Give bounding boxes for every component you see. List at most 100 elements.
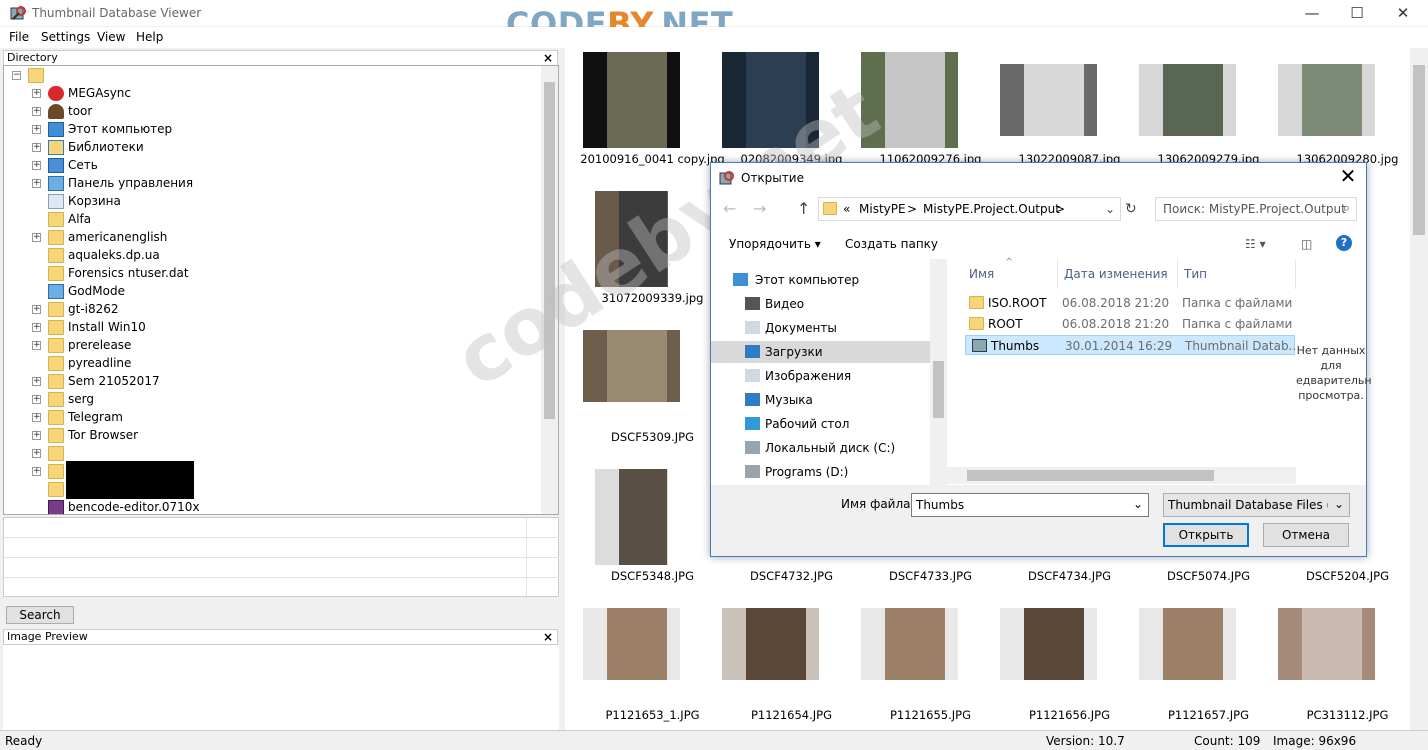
expand-icon[interactable]: + <box>32 377 41 386</box>
view-options-icon[interactable]: ☷ ▾ <box>1245 237 1266 251</box>
tree-item[interactable]: + Tor Browser <box>4 427 534 445</box>
organize-menu[interactable]: Упорядочить ▾ <box>729 237 821 251</box>
thumbnail-item[interactable]: P1121653_1.JPG <box>583 604 722 730</box>
thumbnail-item[interactable]: 20100916_0041 copy.jpg <box>580 48 725 187</box>
dialog-close-button[interactable]: ✕ <box>1336 165 1360 189</box>
tree-item[interactable]: + prerelease <box>4 337 534 355</box>
tree-item[interactable]: + toor <box>4 103 534 121</box>
column-date[interactable]: Дата изменения <box>1064 267 1168 281</box>
thumbnail-item[interactable]: DSCF5348.JPG <box>583 465 722 604</box>
image-preview-close-button[interactable]: × <box>543 630 553 644</box>
menu-settings[interactable]: Settings <box>41 30 90 44</box>
tree-item[interactable]: Alfa <box>4 211 534 229</box>
tree-item[interactable]: + Telegram <box>4 409 534 427</box>
expand-icon[interactable]: + <box>32 413 41 422</box>
path-overflow[interactable]: « <box>843 202 850 216</box>
tree-item[interactable]: pyreadline <box>4 355 534 373</box>
expand-icon[interactable]: + <box>32 179 41 188</box>
tree-item[interactable]: aqualeks.dp.ua <box>4 247 534 265</box>
expand-icon[interactable]: + <box>32 107 41 116</box>
thumbnail-scrollbar[interactable] <box>1410 48 1428 730</box>
tree-item[interactable]: + Библиотеки <box>4 139 534 157</box>
nav-item[interactable]: Этот компьютер <box>733 269 933 291</box>
column-type[interactable]: Тип <box>1184 267 1207 281</box>
filename-input[interactable]: Thumbs ⌄ <box>911 493 1149 517</box>
tree-item[interactable]: + Сеть <box>4 157 534 175</box>
tree-item[interactable]: + gt-i8262 <box>4 301 534 319</box>
expand-icon[interactable]: + <box>32 305 41 314</box>
path-segment[interactable]: MistyPE.Project.Output <box>923 202 1060 216</box>
scrollbar-thumb[interactable] <box>1413 65 1425 235</box>
forward-arrow-icon[interactable]: → <box>753 199 766 218</box>
minimize-button[interactable]: — <box>1289 0 1335 26</box>
menu-file[interactable]: File <box>9 30 29 44</box>
scrollbar-thumb[interactable] <box>933 361 944 418</box>
tree-item[interactable]: Корзина <box>4 193 534 211</box>
file-row[interactable]: ISO.ROOT 06.08.2018 21:20 Папка с файлами <box>963 293 1293 313</box>
thumbnail-item[interactable]: P1121656.JPG <box>1000 604 1139 730</box>
refresh-icon[interactable]: ↻ <box>1125 201 1137 217</box>
tree-item[interactable]: + MEGAsync <box>4 85 534 103</box>
navigation-pane[interactable]: Этот компьютер Видео Документы Загрузки Изоб… <box>711 259 947 485</box>
directory-tree[interactable]: − + MEGAsync + toor + Этот компьютер + Библиоте… <box>3 65 559 515</box>
close-button[interactable]: ✕ <box>1380 0 1426 26</box>
expand-icon[interactable]: + <box>32 467 41 476</box>
tree-item[interactable]: GodMode <box>4 283 534 301</box>
collapse-icon[interactable]: − <box>12 71 21 80</box>
directory-close-button[interactable]: × <box>543 51 553 65</box>
nav-item[interactable]: Programs (D:) <box>733 461 933 483</box>
thumbnail-item[interactable]: 31072009339.jpg <box>583 187 722 326</box>
address-bar[interactable]: « MistyPE > MistyPE.Project.Output > ⌄ <box>818 197 1121 221</box>
search-button[interactable]: Search <box>6 606 74 624</box>
expand-icon[interactable]: + <box>32 233 41 242</box>
file-row[interactable]: Thumbs 30.01.2014 16:29 Thumbnail Datab... <box>965 335 1295 355</box>
chevron-down-icon[interactable]: ⌄ <box>1133 497 1143 511</box>
nav-item[interactable]: Изображения <box>733 365 933 387</box>
expand-icon[interactable]: + <box>32 431 41 440</box>
preview-pane-icon[interactable]: ◫ <box>1301 237 1312 251</box>
thumbnail-item[interactable]: DSCF5309.JPG <box>583 326 722 465</box>
path-separator[interactable]: > <box>1055 202 1065 216</box>
expand-icon[interactable]: + <box>32 125 41 134</box>
up-arrow-icon[interactable]: ↑ <box>797 199 810 218</box>
tree-item[interactable]: + americanenglish <box>4 229 534 247</box>
tree-item[interactable]: + Этот компьютер <box>4 121 534 139</box>
tree-scrollbar[interactable] <box>541 66 558 514</box>
nav-item[interactable]: Рабочий стол <box>733 413 933 435</box>
expand-icon[interactable]: + <box>32 143 41 152</box>
expand-icon[interactable]: + <box>32 449 41 458</box>
thumbnail-item[interactable]: P1121654.JPG <box>722 604 861 730</box>
open-button[interactable]: Открыть <box>1163 523 1249 547</box>
chevron-down-icon[interactable]: ⌄ <box>1105 202 1115 216</box>
nav-item[interactable]: Музыка <box>733 389 933 411</box>
thumbnail-item[interactable]: P1121655.JPG <box>861 604 1000 730</box>
path-segment[interactable]: MistyPE <box>859 202 906 216</box>
tree-item[interactable]: + Sem 21052017 <box>4 373 534 391</box>
expand-icon[interactable]: + <box>32 395 41 404</box>
maximize-button[interactable]: ☐ <box>1334 0 1380 26</box>
expand-icon[interactable]: + <box>32 89 41 98</box>
results-grid[interactable] <box>3 517 559 598</box>
search-input[interactable]: Поиск: MistyPE.Project.Output ⌕ <box>1155 197 1357 221</box>
thumbnail-item[interactable]: PC313112.JPG <box>1278 604 1410 730</box>
nav-item[interactable]: Документы <box>733 317 933 339</box>
menu-help[interactable]: Help <box>136 30 163 44</box>
path-separator[interactable]: > <box>907 202 917 216</box>
back-arrow-icon[interactable]: ← <box>723 199 736 218</box>
tree-item[interactable]: + Install Win10 <box>4 319 534 337</box>
nav-item[interactable]: Локальный диск (C:) <box>733 437 933 459</box>
tree-item[interactable]: bencode-editor.0710x <box>4 499 534 514</box>
file-list[interactable]: Имя ^ Дата изменения Тип ISO.ROOT 06.08.2… <box>947 257 1296 485</box>
nav-item[interactable]: Видео <box>733 293 933 315</box>
cancel-button[interactable]: Отмена <box>1263 523 1349 547</box>
tree-item[interactable]: + serg <box>4 391 534 409</box>
scrollbar-thumb[interactable] <box>967 470 1214 481</box>
tree-item[interactable]: Forensics ntuser.dat <box>4 265 534 283</box>
column-name[interactable]: Имя <box>969 267 994 281</box>
expand-icon[interactable]: + <box>32 161 41 170</box>
nav-item[interactable]: Загрузки <box>711 341 930 363</box>
tree-root[interactable]: − <box>4 67 534 85</box>
file-row[interactable]: ROOT 06.08.2018 21:20 Папка с файлами <box>963 314 1293 334</box>
expand-icon[interactable]: + <box>32 341 41 350</box>
expand-icon[interactable]: + <box>32 323 41 332</box>
